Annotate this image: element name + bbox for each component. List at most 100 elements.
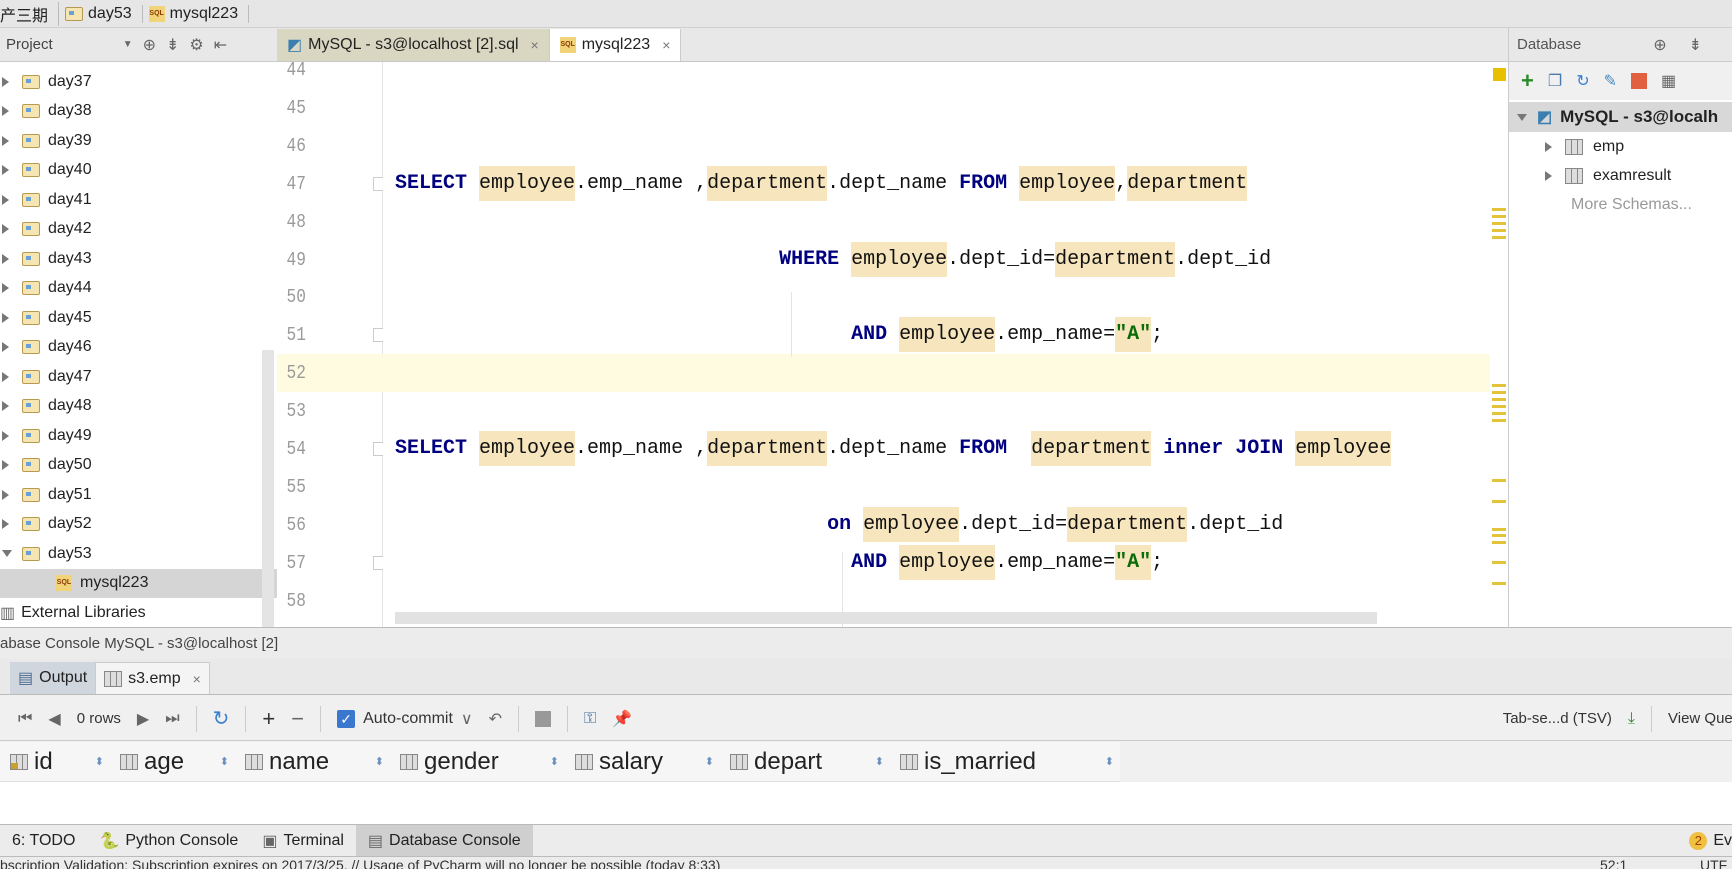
close-icon[interactable]: × xyxy=(662,37,670,53)
expand-icon[interactable] xyxy=(1545,142,1553,152)
target-icon[interactable]: ⊕ xyxy=(143,35,156,55)
tree-folder-day40[interactable]: day40 xyxy=(0,156,277,185)
stripe-mark[interactable] xyxy=(1492,479,1506,482)
tree-file-mysql223[interactable]: SQL mysql223 xyxy=(0,568,277,598)
tab-database-console[interactable]: ▤ Database Console xyxy=(355,824,533,857)
tree-folder-day53[interactable]: day53 xyxy=(0,539,277,568)
table-node-examresult[interactable]: examresult xyxy=(1509,161,1732,191)
column-header-id[interactable]: id ⬍ xyxy=(0,748,110,776)
breadcrumb-item[interactable]: 产三期 xyxy=(0,1,60,26)
sort-icon[interactable]: ⬍ xyxy=(95,755,110,768)
tree-folder-day38[interactable]: day38 xyxy=(0,97,277,126)
expand-icon[interactable] xyxy=(2,489,10,500)
tab-output[interactable]: ▤ Output xyxy=(10,662,96,694)
tree-folder-day41[interactable]: day41 xyxy=(0,185,277,214)
stripe-mark[interactable] xyxy=(1492,208,1506,211)
delete-row-icon[interactable]: − xyxy=(291,706,304,732)
previous-icon[interactable]: ◀ xyxy=(48,709,60,729)
gear-icon[interactable]: ⚙ xyxy=(189,35,203,55)
stripe-mark[interactable] xyxy=(1492,398,1506,401)
project-view-selector[interactable]: Project xyxy=(6,36,53,53)
last-page-icon[interactable]: ⏭ xyxy=(165,710,179,728)
sort-icon[interactable]: ⬍ xyxy=(550,755,565,768)
add-row-icon[interactable]: + xyxy=(262,706,275,732)
expand-icon[interactable] xyxy=(2,519,10,529)
tree-folder-day50[interactable]: day50 xyxy=(0,451,277,480)
sort-icon[interactable]: ⬍ xyxy=(1105,755,1120,768)
stop-icon[interactable] xyxy=(535,710,552,727)
expand-icon[interactable] xyxy=(2,430,10,441)
tab-todo[interactable]: 6: TODO xyxy=(0,825,87,857)
file-encoding[interactable]: UTF xyxy=(1700,857,1727,869)
tree-folder-day46[interactable]: day46 xyxy=(0,333,277,362)
expand-icon[interactable] xyxy=(2,224,10,234)
tab-python-console[interactable]: 🐍 Python Console xyxy=(87,825,250,857)
tree-folder-day37[interactable]: day37 xyxy=(0,67,277,96)
hide-icon[interactable]: ⇤ xyxy=(214,35,227,55)
table-icon[interactable]: ▦ xyxy=(1661,71,1676,91)
tree-folder-day51[interactable]: day51 xyxy=(0,480,277,509)
expand-icon[interactable] xyxy=(2,165,10,175)
first-page-icon[interactable]: ⏮ xyxy=(18,710,32,728)
sort-icon[interactable]: ⬍ xyxy=(705,755,720,768)
next-icon[interactable]: ▶ xyxy=(137,709,149,729)
stripe-mark[interactable] xyxy=(1492,391,1506,394)
sort-icon[interactable]: ⬍ xyxy=(875,755,890,768)
stripe-mark[interactable] xyxy=(1492,419,1506,422)
tab-mysql-console[interactable]: ◩ MySQL - s3@localhost [2].sql × xyxy=(277,29,550,61)
collapse-icon[interactable]: ⇟ xyxy=(166,35,179,55)
column-header-is_married[interactable]: is_married ⬍ xyxy=(890,748,1120,776)
code-editor[interactable]: SELECT employee.emp_name ,department.dep… xyxy=(383,62,1508,627)
stripe-mark[interactable] xyxy=(1492,215,1506,218)
expand-icon[interactable] xyxy=(2,312,10,323)
expand-icon[interactable] xyxy=(2,401,10,411)
expand-icon[interactable] xyxy=(2,76,10,87)
connection-node[interactable]: ◩ MySQL - s3@localh xyxy=(1509,102,1732,132)
close-icon[interactable]: × xyxy=(531,37,539,53)
tree-folder-day39[interactable]: day39 xyxy=(0,126,277,155)
tree-folder-day48[interactable]: day48 xyxy=(0,392,277,421)
stripe-mark[interactable] xyxy=(1492,412,1506,415)
tree-folder-day43[interactable]: day43 xyxy=(0,244,277,273)
stripe-mark[interactable] xyxy=(1492,528,1506,531)
error-stripe[interactable] xyxy=(1490,62,1508,627)
expand-icon[interactable] xyxy=(1545,171,1553,181)
expand-icon[interactable] xyxy=(2,253,10,264)
tree-folder-day52[interactable]: day52 xyxy=(0,510,277,539)
tree-folder-day42[interactable]: day42 xyxy=(0,215,277,244)
export-format-selector[interactable]: Tab-se...d (TSV) xyxy=(1503,710,1612,727)
stripe-mark[interactable] xyxy=(1492,222,1506,225)
stripe-mark[interactable] xyxy=(1492,384,1506,387)
expand-icon[interactable] xyxy=(2,135,10,146)
horizontal-scrollbar[interactable] xyxy=(395,612,1377,624)
stripe-mark[interactable] xyxy=(1492,405,1506,408)
stripe-mark[interactable] xyxy=(1492,229,1506,232)
expand-icon[interactable] xyxy=(2,342,10,352)
stripe-mark[interactable] xyxy=(1492,561,1506,564)
close-icon[interactable]: × xyxy=(193,671,201,687)
breadcrumb-item[interactable]: day53 xyxy=(65,4,143,23)
tree-external-libraries[interactable]: ▥ External Libraries xyxy=(0,598,277,627)
collapse-icon[interactable] xyxy=(2,550,12,557)
column-header-name[interactable]: name ⬍ xyxy=(235,748,390,776)
chevron-down-icon[interactable]: ▼ xyxy=(123,39,133,50)
column-header-gender[interactable]: gender ⬍ xyxy=(390,748,565,776)
expand-icon[interactable] xyxy=(2,283,10,293)
target-icon[interactable]: ⊕ xyxy=(1653,35,1666,55)
column-header-salary[interactable]: salary ⬍ xyxy=(565,748,720,776)
tree-folder-day44[interactable]: day44 xyxy=(0,274,277,303)
rollback-icon[interactable]: ↶ xyxy=(489,709,502,729)
tree-folder-day49[interactable]: day49 xyxy=(0,421,277,450)
commit-icon[interactable]: ∨ xyxy=(461,709,473,729)
expand-icon[interactable] xyxy=(2,106,10,116)
caret-position[interactable]: 52:1 xyxy=(1600,857,1627,869)
sort-icon[interactable]: ⬍ xyxy=(375,755,390,768)
stripe-mark[interactable] xyxy=(1492,541,1506,544)
stripe-mark[interactable] xyxy=(1492,534,1506,537)
add-icon[interactable]: + xyxy=(1521,68,1534,94)
copy-icon[interactable]: ❐ xyxy=(1548,71,1562,91)
expand-icon[interactable] xyxy=(2,460,10,470)
stripe-mark[interactable] xyxy=(1492,582,1506,585)
expand-icon[interactable] xyxy=(2,371,10,382)
view-query-button[interactable]: View Que xyxy=(1668,710,1732,727)
